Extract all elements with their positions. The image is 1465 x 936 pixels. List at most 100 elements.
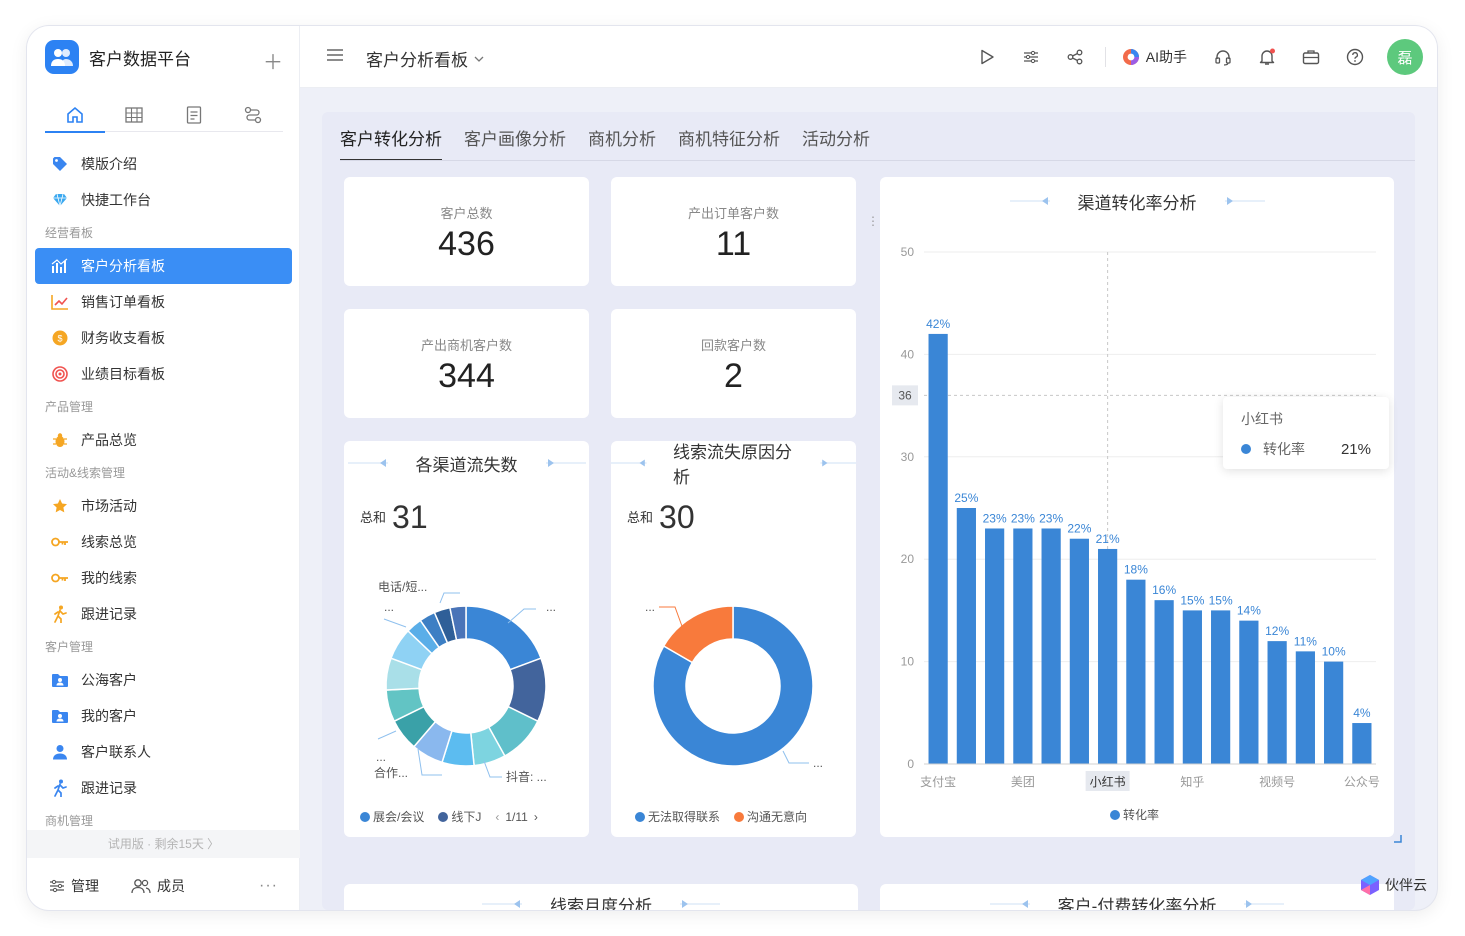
sidebar-tabs [45, 98, 284, 133]
legend-label: 沟通无意向 [747, 810, 808, 824]
manage-button[interactable]: 管理 [49, 876, 99, 896]
bar[interactable] [1211, 610, 1231, 764]
partner-badge[interactable]: 伙伴云 [1359, 874, 1427, 896]
x-tick-label: 美团 [1011, 775, 1035, 789]
bar[interactable] [956, 508, 976, 764]
resize-handle-icon[interactable] [1394, 835, 1402, 843]
channel-loss-card[interactable]: 各渠道流失数 总和 31 电话/短......... 合作... 抖音: ......… [344, 441, 589, 837]
legend-item[interactable]: 展会/会议 [360, 808, 424, 825]
sidebar-item[interactable]: 客户联系人 [35, 734, 292, 770]
bar[interactable] [1239, 620, 1259, 764]
kpi-label: 产出订单客户数 [687, 206, 779, 221]
paid-conversion-card[interactable]: 客户-付费转化率分析 [880, 884, 1394, 910]
channel-conversion-card[interactable]: 渠道转化率分析 0 10 20 30 40 50 36 42% 25% 23% 23% 23% 22% 2… [880, 177, 1402, 843]
star-icon [51, 497, 69, 515]
bar-value-label: 4% [1353, 706, 1371, 720]
kpi-card-opportunity-customers[interactable]: 产出商机客户数 344 [344, 309, 589, 418]
dashboard-tab[interactable]: 客户转化分析 [340, 120, 442, 161]
more-options-button[interactable]: ··· [259, 877, 278, 895]
label-leader-line [782, 750, 809, 764]
bar[interactable] [928, 333, 948, 764]
notifications-button[interactable] [1245, 35, 1289, 79]
legend-item[interactable]: 线下J [438, 808, 481, 825]
kpi-card-total-customers[interactable]: 客户总数 436 [344, 177, 589, 286]
donut-label: 合作... [374, 765, 408, 780]
bar[interactable] [1126, 579, 1146, 764]
sidebar-tab-flow[interactable] [224, 98, 284, 132]
drag-handle-icon[interactable]: ⋮⋮ [867, 215, 889, 227]
kpi-label: 产出商机客户数 [420, 338, 512, 353]
sidebar-item[interactable]: $ 财务收支看板 [35, 320, 292, 356]
conversion-bar-chart[interactable]: 0 10 20 30 40 50 36 42% 25% 23% 23% 23% 22% 21% 18% 16%… [880, 177, 1394, 837]
bar[interactable] [1069, 538, 1089, 764]
legend-item[interactable]: 沟通无意向 [734, 808, 807, 825]
title-deco-right-icon [1244, 900, 1285, 908]
legend-next-icon[interactable]: › [534, 810, 538, 824]
sidebar-item[interactable]: 市场活动 [35, 488, 292, 524]
filter-button[interactable] [1009, 35, 1053, 79]
dashboard-tab[interactable]: 商机分析 [588, 120, 656, 160]
bar[interactable] [1154, 600, 1174, 764]
legend-label: 展会/会议 [373, 810, 425, 824]
bar[interactable] [1041, 528, 1061, 764]
avatar[interactable]: 磊 [1387, 39, 1423, 75]
bar[interactable] [1098, 548, 1118, 764]
bar[interactable] [985, 528, 1005, 764]
support-button[interactable] [1201, 35, 1245, 79]
sidebar-item[interactable]: 跟进记录 [35, 596, 292, 632]
sidebar-item[interactable]: 业绩目标看板 [35, 356, 292, 392]
sidebar-item[interactable]: 快捷工作台 [35, 182, 292, 218]
bar[interactable] [1324, 661, 1344, 764]
sidebar-item[interactable]: 公海客户 [35, 662, 292, 698]
kpi-value: 436 [438, 225, 495, 263]
members-button[interactable]: 成员 [131, 876, 185, 896]
bar[interactable] [1182, 610, 1202, 764]
donut-legend: 无法取得联系 沟通无意向 [635, 808, 815, 825]
bar[interactable] [1352, 723, 1372, 764]
bar-value-label: 21% [1096, 532, 1120, 546]
bar[interactable] [1295, 651, 1315, 764]
sidebar-item[interactable]: 跟进记录 [35, 770, 292, 806]
play-button[interactable] [965, 35, 1009, 79]
dashboard-tab[interactable]: 客户画像分析 [464, 120, 566, 160]
sidebar-item[interactable]: 客户分析看板 [35, 248, 292, 284]
coin-icon: $ [51, 329, 69, 347]
sidebar-tab-grid[interactable] [105, 98, 165, 132]
dashboard-tab[interactable]: 活动分析 [802, 120, 870, 160]
add-icon[interactable]: ＋ [263, 46, 283, 75]
menu-toggle-button[interactable] [326, 48, 344, 67]
dashboard-tab[interactable]: 商机特征分析 [678, 120, 780, 160]
sidebar-item[interactable]: 我的客户 [35, 698, 292, 734]
lead-monthly-card[interactable]: 线索月度分析 [344, 884, 858, 910]
toolbox-button[interactable] [1289, 35, 1333, 79]
sidebar-item[interactable]: 模版介绍 [35, 146, 292, 182]
filter-sliders-icon [1023, 50, 1038, 64]
y-tick-label: 30 [901, 450, 915, 464]
bar[interactable] [1013, 528, 1033, 764]
dashboard-selector[interactable]: 客户分析看板 [366, 46, 484, 71]
legend-prev-icon[interactable]: ‹ [495, 810, 499, 824]
bar[interactable] [1267, 641, 1287, 764]
trial-banner[interactable]: 试用版 · 剩余15天 〉 [27, 830, 300, 858]
sidebar-item[interactable]: 销售订单看板 [35, 284, 292, 320]
bar-value-label: 18% [1124, 563, 1148, 577]
kpi-value: 344 [438, 357, 495, 395]
kpi-card-payment-customers[interactable]: 回款客户数 2 [611, 309, 856, 418]
help-button[interactable] [1333, 35, 1377, 79]
sidebar-tab-home[interactable] [45, 98, 105, 133]
sidebar-tab-doc[interactable] [164, 98, 224, 132]
sidebar-item[interactable]: 我的线索 [35, 560, 292, 596]
y-tick-label: 50 [901, 245, 915, 259]
ai-assistant-button[interactable]: AI助手 [1114, 47, 1201, 67]
share-button[interactable] [1053, 35, 1097, 79]
legend-item[interactable]: 转化率 [1110, 806, 1159, 823]
lead-loss-card[interactable]: 线索流失原因分析 总和 30 ...... 无法取得联系 沟通无意向 [611, 441, 857, 837]
legend-item[interactable]: 无法取得联系 [635, 808, 720, 825]
sidebar-item[interactable]: 产品总览 [35, 422, 292, 458]
sidebar-item[interactable]: 线索总览 [35, 524, 292, 560]
donut-slice[interactable] [465, 605, 542, 671]
kpi-card-order-customers[interactable]: 产出订单客户数 11 [611, 177, 856, 286]
donut-label: ... [546, 600, 556, 614]
brand[interactable]: 客户数据平台 [45, 40, 191, 74]
total-value: 31 [392, 499, 428, 535]
